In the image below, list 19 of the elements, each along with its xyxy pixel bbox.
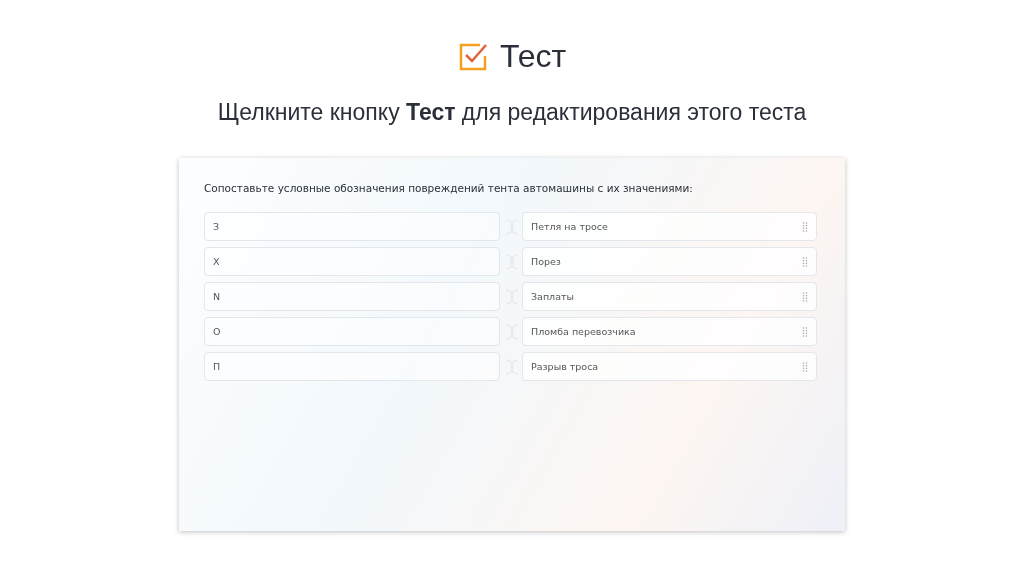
checkbox-icon [457, 41, 488, 72]
term-slot: З [204, 212, 500, 241]
title: Тест [499, 38, 567, 75]
answer-tile[interactable]: Петля на тросе [522, 212, 817, 241]
drag-handle-icon[interactable] [802, 326, 808, 337]
term-slot: N [204, 282, 500, 311]
answer-tile[interactable]: Порез [522, 247, 817, 276]
answer-tile[interactable]: Пломба перевозчика [522, 317, 817, 346]
drag-handle-icon[interactable] [802, 221, 808, 232]
subtitle: Щелкните кнопку Тест для редактирования этого теста [217, 99, 807, 126]
question-text: Сопоставьте условные обозначения повреждений тента автомашины с их значениями: [204, 182, 694, 194]
answer-tile[interactable]: Заплаты [522, 282, 817, 311]
term-slot: П [204, 352, 500, 381]
answer-tile[interactable]: Разрыв троса [522, 352, 817, 381]
drag-handle-icon[interactable] [802, 291, 808, 302]
term-slot: Х [204, 247, 500, 276]
drag-handle-icon[interactable] [802, 361, 808, 372]
term-slot: О [204, 317, 500, 346]
drag-handle-icon[interactable] [802, 256, 808, 267]
